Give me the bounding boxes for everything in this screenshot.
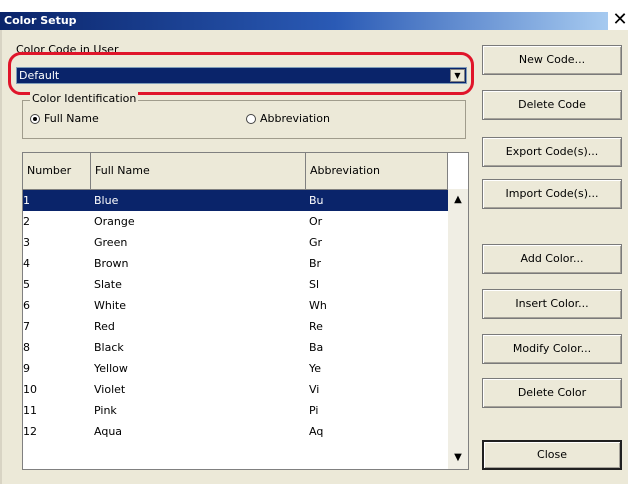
table-scrollbar[interactable]: ▲ ▼ xyxy=(448,189,468,469)
export-codes-button[interactable]: Export Code(s)... xyxy=(482,137,622,167)
table-header: Number Full Name Abbreviation xyxy=(23,153,448,190)
cell-abbreviation: Gr xyxy=(309,236,323,249)
cell-abbreviation: Re xyxy=(309,320,323,333)
cell-abbreviation: Pi xyxy=(309,404,319,417)
add-color-button[interactable]: Add Color... xyxy=(482,244,622,274)
table-row[interactable]: 4 Brown Br xyxy=(23,253,448,274)
insert-color-button[interactable]: Insert Color... xyxy=(482,289,622,319)
cell-abbreviation: Ye xyxy=(309,362,322,375)
cell-full-name: White xyxy=(94,299,126,312)
cell-full-name: Pink xyxy=(94,404,117,417)
scroll-up-icon[interactable]: ▲ xyxy=(451,193,465,207)
cell-number: 2 xyxy=(23,215,30,228)
cell-number: 4 xyxy=(23,257,30,270)
title-bar: Color Setup ✕ xyxy=(0,0,628,30)
cell-number: 7 xyxy=(23,320,30,333)
abbreviation-radio[interactable] xyxy=(246,114,256,124)
highlight-annotation xyxy=(8,52,474,95)
cell-number: 5 xyxy=(23,278,30,291)
import-codes-button[interactable]: Import Code(s)... xyxy=(482,179,622,209)
table-row[interactable]: 8 Black Ba xyxy=(23,337,448,358)
column-header-abbreviation[interactable]: Abbreviation xyxy=(306,153,448,189)
cell-full-name: Orange xyxy=(94,215,135,228)
delete-color-button[interactable]: Delete Color xyxy=(482,378,622,408)
cell-full-name: Aqua xyxy=(94,425,123,438)
cell-number: 1 xyxy=(23,194,30,207)
cell-abbreviation: Vi xyxy=(309,383,320,396)
cell-abbreviation: Br xyxy=(309,257,322,270)
cell-full-name: Green xyxy=(94,236,128,249)
cell-number: 6 xyxy=(23,299,30,312)
abbreviation-radio-label[interactable]: Abbreviation xyxy=(260,112,330,125)
cell-full-name: Brown xyxy=(94,257,129,270)
table-row[interactable]: 5 Slate Sl xyxy=(23,274,448,295)
table-row[interactable]: 1 Blue Bu xyxy=(23,190,448,211)
column-header-full-name[interactable]: Full Name xyxy=(91,153,306,189)
close-icon[interactable]: ✕ xyxy=(612,11,628,30)
cell-number: 9 xyxy=(23,362,30,375)
cell-full-name: Slate xyxy=(94,278,122,291)
new-code-button[interactable]: New Code... xyxy=(482,45,622,75)
table-row[interactable]: 10 Violet Vi xyxy=(23,379,448,400)
modify-color-button[interactable]: Modify Color... xyxy=(482,334,622,364)
table-row[interactable]: 2 Orange Or xyxy=(23,211,448,232)
cell-abbreviation: Aq xyxy=(309,425,324,438)
column-header-number[interactable]: Number xyxy=(23,153,91,189)
cell-number: 11 xyxy=(23,404,37,417)
table-row[interactable]: 12 Aqua Aq xyxy=(23,421,448,442)
cell-full-name: Black xyxy=(94,341,124,354)
table-row[interactable]: 6 White Wh xyxy=(23,295,448,316)
cell-number: 10 xyxy=(23,383,37,396)
scroll-down-icon[interactable]: ▼ xyxy=(451,451,465,465)
table-row[interactable]: 3 Green Gr xyxy=(23,232,448,253)
color-identification-label: Color Identification xyxy=(30,92,139,105)
cell-number: 3 xyxy=(23,236,30,249)
cell-abbreviation: Ba xyxy=(309,341,324,354)
full-name-radio[interactable] xyxy=(30,114,40,124)
table-row[interactable]: 9 Yellow Ye xyxy=(23,358,448,379)
cell-abbreviation: Or xyxy=(309,215,323,228)
delete-code-button[interactable]: Delete Code xyxy=(482,90,622,120)
cell-abbreviation: Wh xyxy=(309,299,327,312)
cell-full-name: Yellow xyxy=(94,362,128,375)
window-title: Color Setup xyxy=(0,12,608,30)
full-name-radio-label[interactable]: Full Name xyxy=(44,112,99,125)
cell-full-name: Blue xyxy=(94,194,119,207)
cell-full-name: Violet xyxy=(94,383,126,396)
close-button[interactable]: Close xyxy=(482,440,622,470)
table-row[interactable]: 11 Pink Pi xyxy=(23,400,448,421)
cell-abbreviation: Sl xyxy=(309,278,320,291)
cell-number: 12 xyxy=(23,425,37,438)
cell-number: 8 xyxy=(23,341,30,354)
color-table: Number Full Name Abbreviation 1 Blue Bu … xyxy=(22,152,469,470)
table-row[interactable]: 7 Red Re xyxy=(23,316,448,337)
cell-full-name: Red xyxy=(94,320,115,333)
cell-abbreviation: Bu xyxy=(309,194,324,207)
